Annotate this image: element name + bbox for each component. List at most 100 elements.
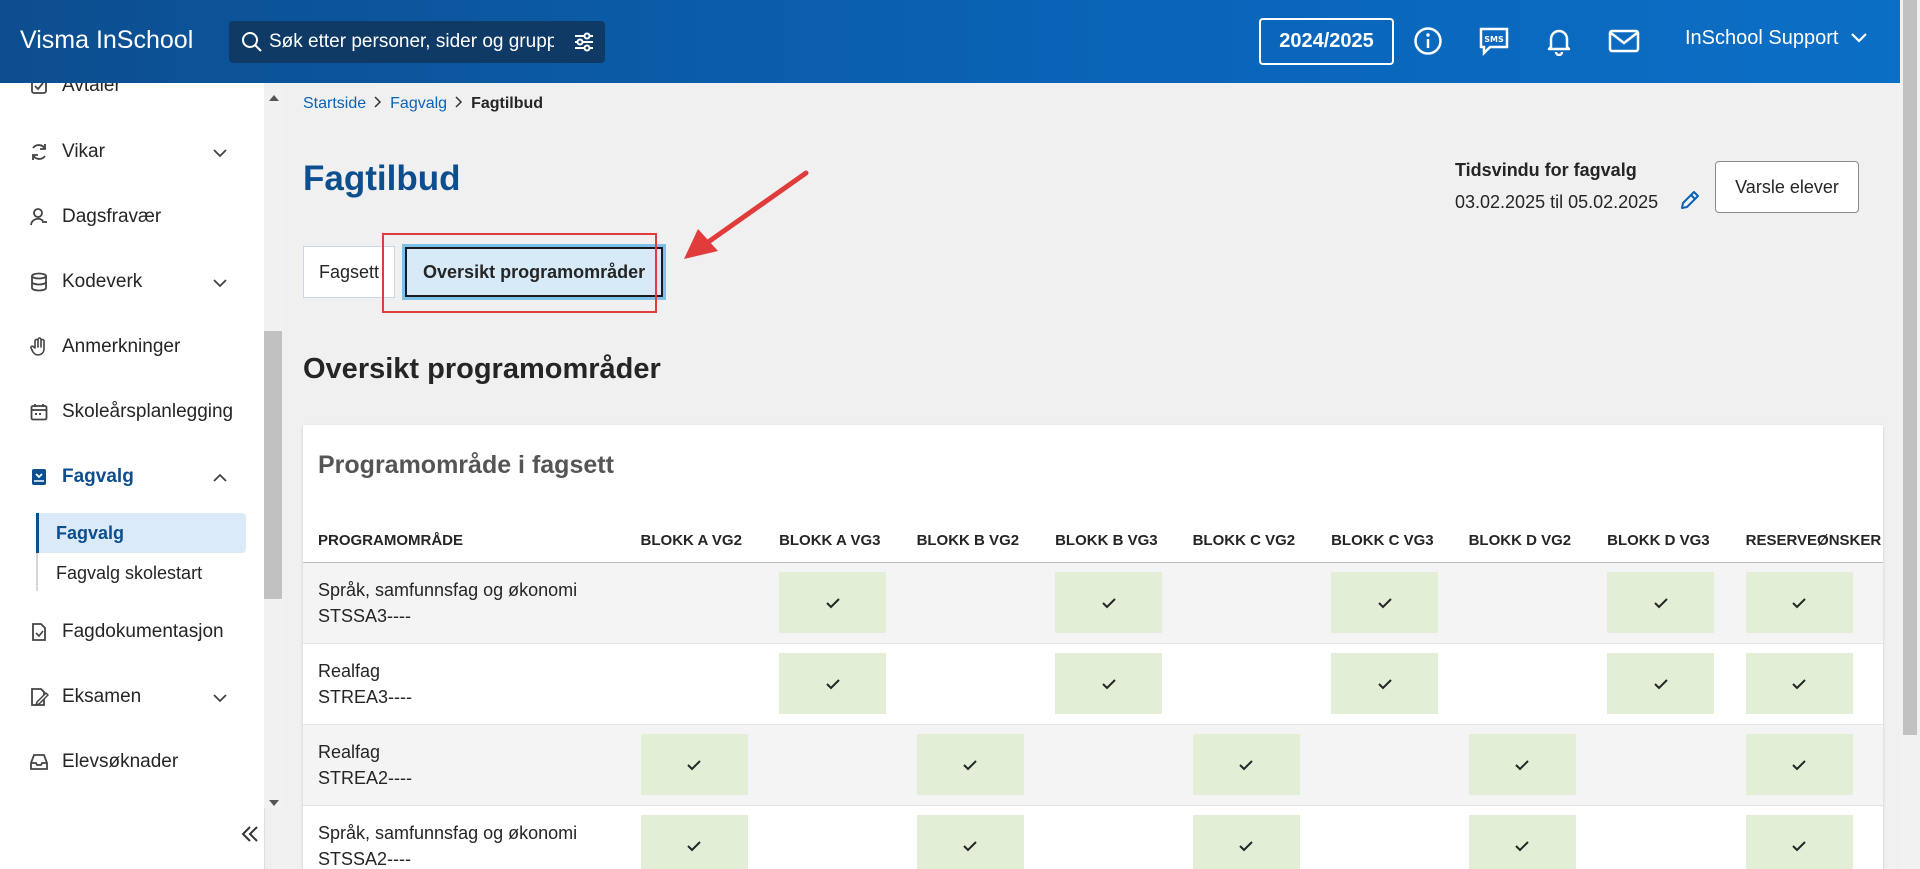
time-window-value: 03.02.2025 til 05.02.2025 <box>1455 192 1659 212</box>
scroll-down-icon[interactable] <box>269 794 279 812</box>
block-cell <box>1730 805 1883 869</box>
chevron-right-icon <box>374 95 382 113</box>
check-icon <box>1745 734 1853 795</box>
inbox-icon <box>28 751 50 773</box>
block-cell <box>1453 643 1593 725</box>
column-header: BLOKK D VG2 <box>1453 519 1593 563</box>
check-icon <box>1607 653 1715 714</box>
block-cell <box>1177 724 1317 806</box>
brand-logo[interactable]: Visma InSchool <box>20 26 193 55</box>
column-header: RESERVEØNSKER <box>1730 519 1883 563</box>
refresh-icon <box>28 141 50 163</box>
chevron-up-icon[interactable] <box>212 470 228 488</box>
breadcrumb-startside[interactable]: Startside <box>303 95 366 113</box>
check-icon <box>916 734 1024 795</box>
column-header: BLOKK A VG2 <box>625 519 765 563</box>
mail-icon[interactable] <box>1607 24 1641 58</box>
block-cell <box>1316 643 1454 725</box>
check-icon <box>1055 572 1163 633</box>
column-header: BLOKK B VG3 <box>1040 519 1178 563</box>
block-cell <box>1177 643 1317 725</box>
check-icon <box>640 815 748 869</box>
check-icon <box>1331 572 1439 633</box>
column-header: BLOKK B VG2 <box>901 519 1041 563</box>
check-icon <box>1192 815 1300 869</box>
table-header-row: PROGRAMOMRÅDE BLOKK A VG2 BLOKK A VG3 BLOKK… <box>303 519 1883 563</box>
top-bar: Visma InSchool 2024/2025 SMS InSchool Su… <box>0 0 1920 83</box>
check-icon <box>1745 572 1853 633</box>
main-content: Startside Fagvalg Fagtilbud Fagtilbud Ti… <box>283 83 1900 869</box>
card-title: Programområde i fagsett <box>318 451 614 479</box>
block-cell <box>625 562 765 644</box>
program-area-name: Språk, samfunnsfag og økonomi <box>318 822 578 843</box>
notify-students-button[interactable]: Varsle elever <box>1715 161 1859 213</box>
page-scroll-thumb[interactable] <box>1903 0 1917 735</box>
sidebar-subitem-fagvalg[interactable]: Fagvalg <box>36 513 246 553</box>
sidebar-item-kodeverk[interactable]: Kodeverk <box>28 267 142 297</box>
sms-icon[interactable]: SMS <box>1477 24 1511 58</box>
check-icon <box>1468 734 1576 795</box>
svg-text:SMS: SMS <box>1484 35 1504 44</box>
block-cell <box>1453 562 1593 644</box>
annotation-arrow-icon <box>684 170 809 259</box>
block-cell <box>764 643 902 725</box>
collapse-sidebar-icon[interactable] <box>240 825 260 848</box>
search-box[interactable] <box>229 21 605 63</box>
sidebar-subitem-fagvalg-skolestart[interactable]: Fagvalg skolestart <box>36 553 246 593</box>
block-cell <box>901 805 1041 869</box>
check-icon <box>916 815 1024 869</box>
program-area-name: Språk, samfunnsfag og økonomi <box>318 579 578 600</box>
block-cell <box>1592 643 1731 725</box>
sidebar-item-eksamen[interactable]: Eksamen <box>28 682 141 712</box>
block-cell <box>1453 805 1593 869</box>
chevron-down-icon[interactable] <box>212 275 228 293</box>
block-cell <box>1730 562 1883 644</box>
block-cell <box>901 643 1041 725</box>
pencil-icon[interactable] <box>1679 189 1701 216</box>
bell-icon[interactable] <box>1542 24 1576 58</box>
program-area-name: Realfag <box>318 741 381 762</box>
table-row: Realfag STREA2---- <box>303 724 1883 806</box>
program-area-cell: Realfag STREA3---- <box>303 643 626 725</box>
sidebar-item-fagvalg[interactable]: Fagvalg <box>28 462 134 492</box>
program-area-cell: Realfag STREA2---- <box>303 724 626 806</box>
block-cell <box>1316 805 1454 869</box>
user-menu[interactable]: InSchool Support <box>1685 27 1868 50</box>
block-cell <box>1177 562 1317 644</box>
filter-icon[interactable] <box>573 31 595 58</box>
column-header: PROGRAMOMRÅDE <box>303 519 626 563</box>
block-cell <box>1177 805 1317 869</box>
sidebar-scrollbar[interactable] <box>264 83 284 808</box>
table-row: Språk, samfunnsfag og økonomi STSSA2---- <box>303 805 1883 869</box>
sidebar-item-dagsfravaer[interactable]: Dagsfravær <box>28 202 161 232</box>
block-cell <box>901 562 1041 644</box>
block-cell <box>764 562 902 644</box>
sidebar: Avtaler Vikar Dagsfravær Kodeverk Anmerk… <box>0 83 265 869</box>
chevron-down-icon[interactable] <box>212 690 228 708</box>
time-window-label: Tidsvindu for fagvalg <box>1455 160 1637 180</box>
block-cell <box>625 643 765 725</box>
sidebar-item-avtaler[interactable]: Avtaler <box>28 83 121 101</box>
block-cell <box>1730 643 1883 725</box>
block-cell <box>1040 643 1178 725</box>
sidebar-item-fagdokumentasjon[interactable]: Fagdokumentasjon <box>28 617 224 647</box>
chevron-right-icon <box>455 95 463 113</box>
check-icon <box>1468 815 1576 869</box>
school-year-button[interactable]: 2024/2025 <box>1259 18 1394 65</box>
sidebar-item-anmerkninger[interactable]: Anmerkninger <box>28 332 180 362</box>
sidebar-scroll-thumb[interactable] <box>264 331 282 599</box>
page-scrollbar[interactable] <box>1900 0 1920 869</box>
block-cell <box>625 724 765 806</box>
check-icon <box>779 653 887 714</box>
sidebar-item-skolearsplanlegging[interactable]: Skoleårsplanlegging <box>28 397 233 427</box>
block-cell <box>764 724 902 806</box>
breadcrumb-fagvalg[interactable]: Fagvalg <box>390 95 447 113</box>
sidebar-item-elevsoknader[interactable]: Elevsøknader <box>28 747 178 777</box>
scroll-up-icon[interactable] <box>269 89 279 107</box>
search-icon <box>241 31 263 58</box>
search-input[interactable] <box>269 29 554 55</box>
chevron-down-icon[interactable] <box>212 145 228 163</box>
info-icon[interactable] <box>1411 24 1445 58</box>
person-icon <box>28 206 50 228</box>
sidebar-item-vikar[interactable]: Vikar <box>28 137 105 167</box>
